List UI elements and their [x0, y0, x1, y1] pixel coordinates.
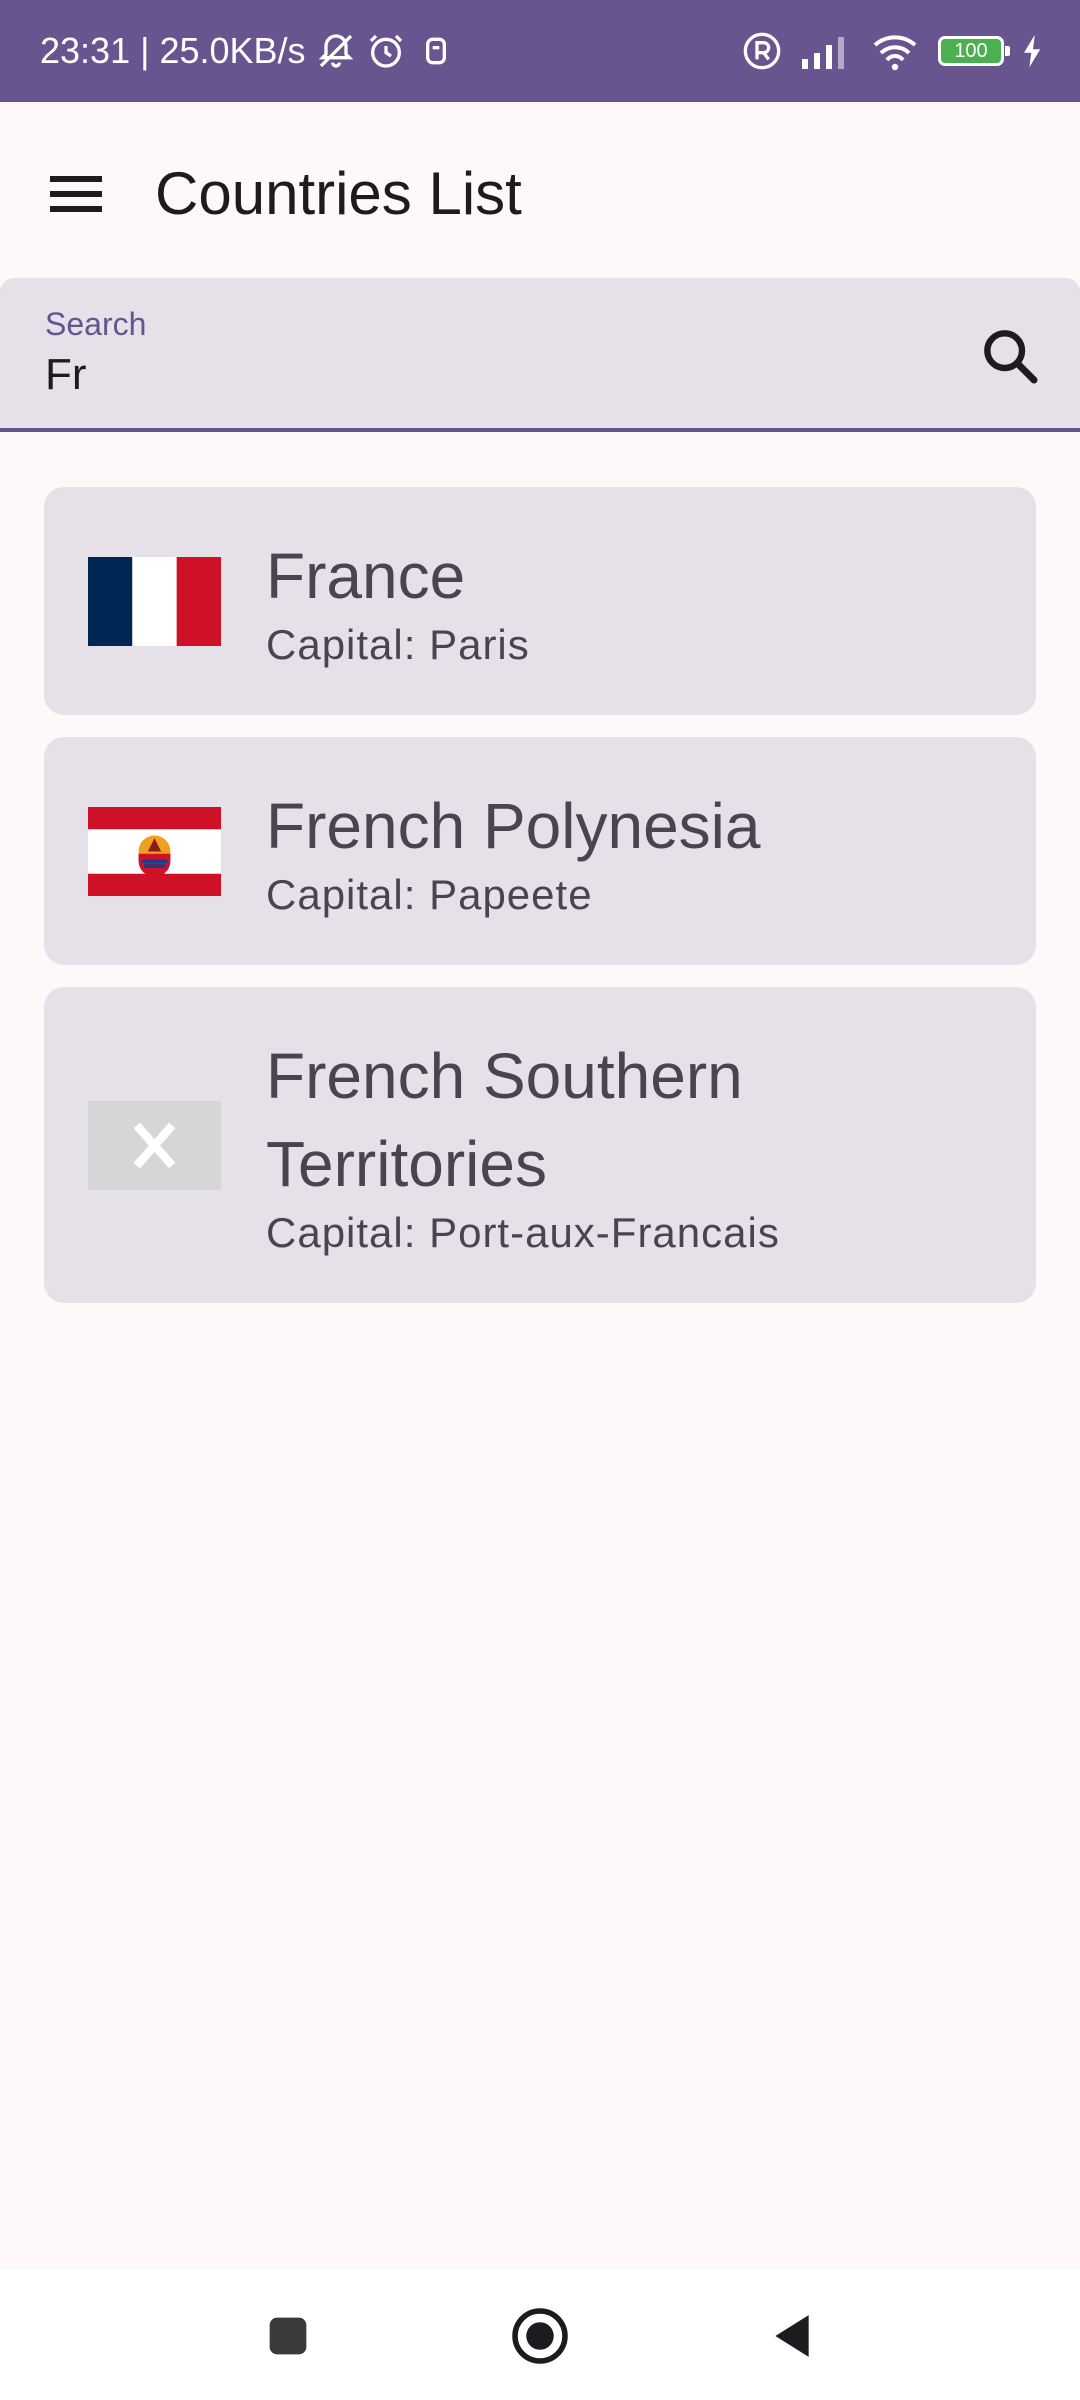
- menu-button[interactable]: [28, 146, 124, 242]
- battery-icon: 100: [938, 36, 1010, 66]
- search-label: Search: [45, 306, 147, 342]
- battery-level: 100: [954, 39, 988, 62]
- list-item-france[interactable]: France Capital: Paris: [44, 487, 1036, 715]
- charging-icon: [1024, 34, 1041, 68]
- signal-icon: [802, 37, 844, 69]
- recents-icon: [269, 2317, 307, 2355]
- french-polynesia-flag-icon: [88, 806, 221, 896]
- menu-icon: [50, 176, 102, 212]
- search-icon[interactable]: [978, 324, 1042, 388]
- france-flag-icon: [88, 556, 221, 646]
- back-icon: [775, 2315, 809, 2357]
- status-bar: 23:31 | 25.0KB/s 100: [0, 0, 1080, 102]
- card-text: French Southern Territories Capital: Por…: [266, 1032, 996, 1258]
- home-icon: [512, 2308, 568, 2364]
- alarm-icon: [369, 34, 402, 68]
- country-capital: Capital: Papeete: [266, 871, 593, 918]
- country-name: French Southern Territories: [266, 1040, 743, 1200]
- status-time-speed: 23:31 | 25.0KB/s: [40, 30, 306, 71]
- back-button[interactable]: [754, 2298, 830, 2374]
- registered-icon: [743, 32, 781, 70]
- search-value[interactable]: Fr: [45, 350, 87, 400]
- card-text: France Capital: Paris: [266, 532, 530, 670]
- app-bar: Countries List: [0, 102, 1080, 278]
- app-icon: [425, 37, 446, 65]
- wifi-icon: [873, 35, 917, 71]
- country-list: France Capital: Paris French Polynesia C…: [44, 487, 1036, 1325]
- search-input[interactable]: Search Fr: [0, 278, 1080, 432]
- country-capital: Capital: Paris: [266, 621, 530, 668]
- bell-off-icon: [318, 34, 353, 68]
- page-title: Countries List: [155, 160, 522, 227]
- status-left: 23:31 | 25.0KB/s: [40, 0, 456, 102]
- missing-flag-icon: [88, 1100, 221, 1190]
- country-name: French Polynesia: [266, 790, 761, 862]
- system-nav-bar: [0, 2270, 1080, 2400]
- country-capital: Capital: Port-aux-Francais: [266, 1209, 780, 1256]
- home-button[interactable]: [502, 2298, 578, 2374]
- status-right: 100: [742, 0, 1044, 102]
- card-text: French Polynesia Capital: Papeete: [266, 782, 760, 920]
- recents-button[interactable]: [250, 2298, 326, 2374]
- list-item-french-polynesia[interactable]: French Polynesia Capital: Papeete: [44, 737, 1036, 965]
- list-item-french-southern-territories[interactable]: French Southern Territories Capital: Por…: [44, 987, 1036, 1303]
- country-name: France: [266, 540, 466, 612]
